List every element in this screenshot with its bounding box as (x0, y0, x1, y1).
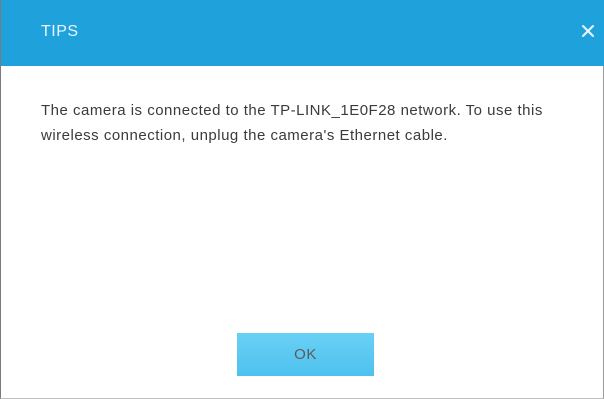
dialog-titlebar: TIPS (1, 0, 604, 66)
dialog-title: TIPS (41, 23, 79, 40)
ok-button[interactable]: OK (237, 333, 374, 376)
tips-dialog: TIPS The camera is connected to the TP-L… (0, 0, 604, 399)
close-icon[interactable] (579, 22, 597, 40)
dialog-message: The camera is connected to the TP-LINK_1… (41, 102, 543, 144)
